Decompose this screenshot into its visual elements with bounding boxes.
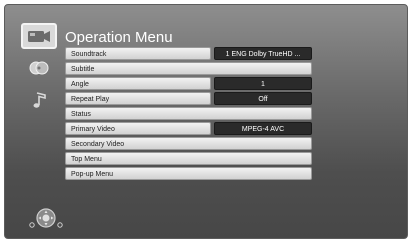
tab-video[interactable] <box>21 23 57 49</box>
menu-row-label: Angle <box>65 77 211 90</box>
music-note-icon <box>33 92 46 108</box>
menu-row-repeat-play[interactable]: Repeat Play Off <box>65 92 312 105</box>
operation-menu-list: Soundtrack 1 ENG Dolby TrueHD ... Subtit… <box>65 47 312 182</box>
menu-row-label: Secondary Video <box>65 137 312 150</box>
menu-row-label: Primary Video <box>65 122 211 135</box>
menu-row-label: Repeat Play <box>65 92 211 105</box>
menu-row-value: Off <box>214 92 312 105</box>
menu-row-angle[interactable]: Angle 1 <box>65 77 312 90</box>
menu-row-label: Top Menu <box>65 152 312 165</box>
tab-disc[interactable] <box>21 55 57 81</box>
menu-row-subtitle[interactable]: Subtitle <box>65 62 312 75</box>
menu-row-label: Soundtrack <box>65 47 211 60</box>
operation-menu-screen: Operation Menu Soundtrack 1 ENG Dolby Tr… <box>4 4 408 239</box>
menu-row-primary-video[interactable]: Primary Video MPEG-4 AVC <box>65 122 312 135</box>
remote-dpad-hint <box>27 207 65 229</box>
disc-icon <box>29 61 49 75</box>
menu-row-label: Subtitle <box>65 62 312 75</box>
side-tabs <box>21 23 57 119</box>
menu-row-status[interactable]: Status <box>65 107 312 120</box>
menu-row-value: MPEG-4 AVC <box>214 122 312 135</box>
menu-row-popup-menu[interactable]: Pop-up Menu <box>65 167 312 180</box>
menu-row-value: 1 ENG Dolby TrueHD ... <box>214 47 312 60</box>
menu-row-soundtrack[interactable]: Soundtrack 1 ENG Dolby TrueHD ... <box>65 47 312 60</box>
menu-row-label: Pop-up Menu <box>65 167 312 180</box>
menu-title: Operation Menu <box>65 29 173 46</box>
menu-row-top-menu[interactable]: Top Menu <box>65 152 312 165</box>
menu-row-value: 1 <box>214 77 312 90</box>
remote-dpad-icon <box>29 208 63 228</box>
menu-row-label: Status <box>65 107 312 120</box>
menu-row-secondary-video[interactable]: Secondary Video <box>65 137 312 150</box>
video-icon <box>28 31 50 42</box>
tab-music[interactable] <box>21 87 57 113</box>
